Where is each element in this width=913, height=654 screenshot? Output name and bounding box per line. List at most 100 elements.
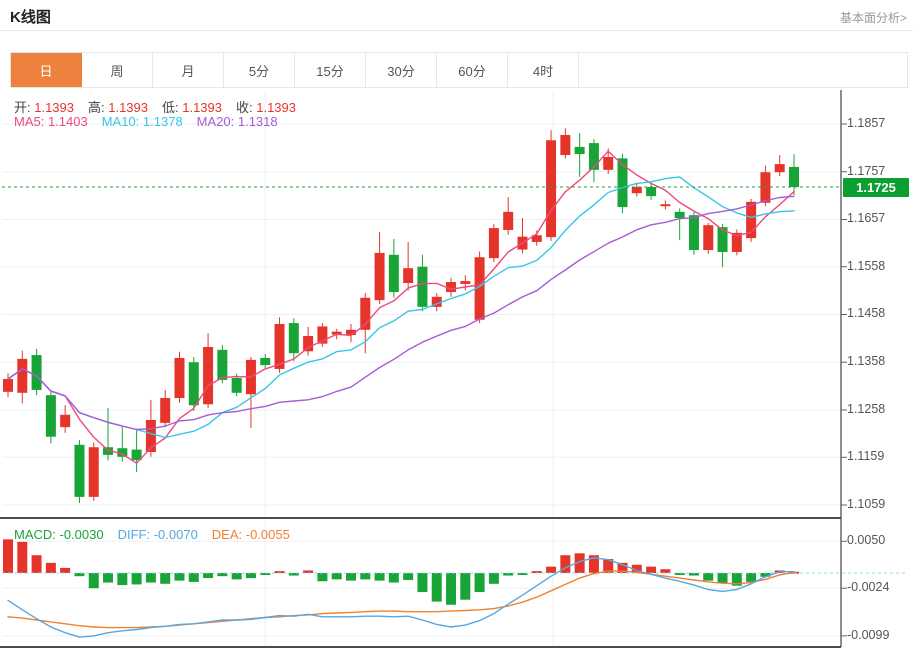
macd-bar bbox=[546, 567, 556, 573]
macd-bar bbox=[46, 563, 56, 573]
macd-bar bbox=[103, 573, 113, 583]
candle-body bbox=[375, 253, 385, 300]
fundamental-analysis-link[interactable]: 基本面分析> bbox=[840, 9, 907, 26]
candle-body bbox=[174, 358, 184, 398]
info-item: MA10: 1.1378 bbox=[102, 114, 183, 129]
macd-bar bbox=[32, 555, 42, 573]
diff-line bbox=[8, 558, 794, 637]
candle-body bbox=[3, 379, 13, 392]
tab-4时[interactable]: 4时 bbox=[508, 53, 579, 87]
candle-body bbox=[32, 355, 42, 390]
price-axis-label: -0.0024 bbox=[847, 580, 889, 594]
ma20-line bbox=[8, 196, 794, 429]
candle-body bbox=[74, 445, 84, 497]
macd-bar bbox=[475, 573, 485, 592]
macd-bar bbox=[375, 573, 385, 581]
macd-bar bbox=[718, 573, 728, 583]
info-item: MA5: 1.1403 bbox=[14, 114, 88, 129]
candle-body bbox=[60, 415, 70, 427]
macd-bar bbox=[403, 573, 413, 580]
ma-info-row: MA5: 1.1403 MA10: 1.1378 MA20: 1.1318 bbox=[14, 114, 292, 129]
price-axis-label: -0.0099 bbox=[847, 628, 889, 642]
tab-日[interactable]: 日 bbox=[11, 53, 82, 87]
candle-body bbox=[489, 228, 499, 258]
macd-bar bbox=[146, 573, 156, 583]
price-axis-label: 1.1159 bbox=[847, 449, 884, 463]
ma5-line bbox=[8, 151, 794, 463]
macd-bar bbox=[17, 542, 27, 573]
candle-body bbox=[46, 395, 56, 437]
candle-body bbox=[603, 157, 613, 170]
macd-bar bbox=[203, 573, 213, 578]
tab-月[interactable]: 月 bbox=[153, 53, 224, 87]
macd-bar bbox=[417, 573, 427, 592]
price-axis-label: 1.1558 bbox=[847, 259, 885, 273]
macd-bar bbox=[132, 573, 142, 584]
info-item: 高: 1.1393 bbox=[88, 100, 148, 115]
macd-bar bbox=[703, 573, 713, 581]
macd-bar bbox=[446, 573, 456, 605]
page-title: K线图 bbox=[10, 6, 51, 27]
tab-15分[interactable]: 15分 bbox=[295, 53, 366, 87]
info-item: 开: 1.1393 bbox=[14, 100, 74, 115]
candle-body bbox=[160, 398, 170, 423]
candle-body bbox=[703, 225, 713, 250]
candle-body bbox=[618, 158, 628, 207]
candle-body bbox=[646, 187, 656, 196]
macd-bar bbox=[489, 573, 499, 584]
candle-body bbox=[417, 267, 427, 307]
candle-body bbox=[189, 362, 199, 405]
candle-body bbox=[775, 164, 785, 172]
candle-body bbox=[632, 187, 642, 193]
candle-body bbox=[203, 347, 213, 404]
candle-body bbox=[503, 212, 513, 230]
candle-body bbox=[403, 268, 413, 283]
macd-bar bbox=[389, 573, 399, 583]
tab-周[interactable]: 周 bbox=[82, 53, 153, 87]
macd-bar bbox=[189, 573, 199, 582]
macd-bar bbox=[646, 567, 656, 573]
macd-bar bbox=[660, 569, 670, 573]
macd-bar bbox=[160, 573, 170, 584]
price-axis-label: 0.0050 bbox=[847, 533, 885, 547]
candle-body bbox=[17, 359, 27, 393]
candle-body bbox=[289, 323, 299, 353]
price-axis-label: 1.1258 bbox=[847, 402, 885, 416]
macd-bar bbox=[746, 573, 756, 582]
timeframe-tabbar: 日周月5分15分30分60分4时 bbox=[10, 52, 908, 88]
candle-body bbox=[575, 147, 585, 154]
info-item: DEA: -0.0055 bbox=[212, 527, 290, 542]
tab-30分[interactable]: 30分 bbox=[366, 53, 437, 87]
macd-bar bbox=[360, 573, 370, 579]
candle-body bbox=[260, 358, 270, 365]
header: K线图 基本面分析> bbox=[0, 0, 913, 31]
macd-bar bbox=[117, 573, 127, 585]
price-axis-label: 1.1358 bbox=[847, 354, 885, 368]
candle-body bbox=[560, 135, 570, 155]
candle-body bbox=[546, 140, 556, 237]
macd-info-row: MACD: -0.0030 DIFF: -0.0070 DEA: -0.0055 bbox=[14, 527, 304, 542]
macd-bar bbox=[317, 573, 327, 581]
info-item: MACD: -0.0030 bbox=[14, 527, 104, 542]
candle-body bbox=[232, 378, 242, 393]
tab-5分[interactable]: 5分 bbox=[224, 53, 295, 87]
macd-bar bbox=[232, 573, 242, 579]
macd-bar bbox=[432, 573, 442, 602]
candle-body bbox=[789, 167, 799, 187]
candle-body bbox=[589, 143, 599, 170]
candle-body bbox=[460, 281, 470, 284]
macd-bar bbox=[174, 573, 184, 581]
info-item: DIFF: -0.0070 bbox=[118, 527, 198, 542]
macd-bar bbox=[346, 573, 356, 581]
macd-bar bbox=[246, 573, 256, 578]
candle-body bbox=[660, 204, 670, 206]
info-item: MA20: 1.1318 bbox=[197, 114, 278, 129]
price-axis-label: 1.1757 bbox=[847, 164, 885, 178]
tab-60分[interactable]: 60分 bbox=[437, 53, 508, 87]
macd-bar bbox=[89, 573, 99, 588]
macd-bar bbox=[460, 573, 470, 600]
price-axis-label: 1.1857 bbox=[847, 116, 885, 130]
macd-bar bbox=[60, 568, 70, 573]
price-axis-label: 1.1657 bbox=[847, 211, 885, 225]
candle-body bbox=[275, 324, 285, 369]
